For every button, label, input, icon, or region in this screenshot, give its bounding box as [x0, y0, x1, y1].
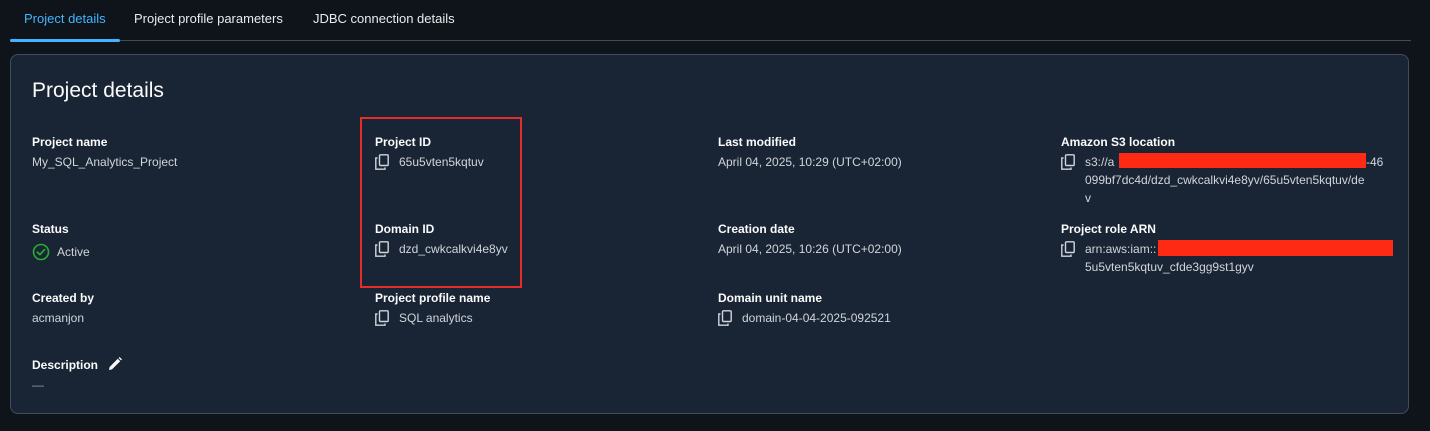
description-value: — — [32, 378, 44, 392]
project-role-arn-field: Project role ARN arn:aws:iam:: 5u5vten5k… — [1061, 221, 1396, 276]
project-details-card: Project details Project name My_SQL_Anal… — [10, 54, 1409, 414]
domain-unit-name-value: domain-04-04-2025-092521 — [742, 311, 891, 325]
s3-location-line1-suffix: -46 — [1366, 155, 1384, 169]
project-name-label: Project name — [32, 135, 108, 149]
last-modified-field: Last modified April 04, 2025, 10:29 (UTC… — [718, 134, 902, 171]
project-role-arn-value: arn:aws:iam:: 5u5vten5kqtuv_cfde3gg9st1g… — [1085, 240, 1395, 276]
redaction-bar — [1119, 153, 1366, 168]
tab-bar: Project details Project profile paramete… — [10, 0, 1411, 42]
project-name-field: Project name My_SQL_Analytics_Project — [32, 134, 177, 171]
s3-location-line2: 099bf7dc4d/dzd_cwkcalkvi4e8yv/65u5vten5k… — [1085, 173, 1365, 187]
project-profile-name-label: Project profile name — [375, 291, 491, 305]
active-tab-indicator — [10, 39, 120, 42]
copy-icon[interactable] — [1061, 241, 1075, 257]
role-arn-line1: arn:aws:iam:: — [1085, 242, 1157, 256]
s3-location-field: Amazon S3 location s3://a -46 099bf7dc4d… — [1061, 134, 1396, 207]
tab-label: JDBC connection details — [313, 11, 455, 26]
edit-pencil-icon[interactable] — [107, 356, 123, 372]
status-value: Active — [57, 245, 90, 259]
description-field: Description — — [32, 356, 123, 394]
status-field: Status Active — [32, 221, 90, 261]
copy-icon[interactable] — [718, 310, 732, 326]
copy-icon[interactable] — [1061, 154, 1075, 170]
check-circle-icon — [32, 243, 50, 261]
project-name-value: My_SQL_Analytics_Project — [32, 155, 178, 169]
domain-unit-name-field: Domain unit name domain-04-04-2025-09252… — [718, 290, 891, 327]
domain-unit-name-label: Domain unit name — [718, 291, 823, 305]
tab-label: Project details — [24, 11, 106, 26]
s3-location-value: s3://a -46 099bf7dc4d/dzd_cwkcalkvi4e8yv… — [1085, 153, 1395, 207]
s3-location-label: Amazon S3 location — [1061, 135, 1176, 149]
tab-jdbc-connection-details[interactable]: JDBC connection details — [313, 0, 455, 39]
project-role-arn-label: Project role ARN — [1061, 222, 1156, 236]
redaction-bar — [1158, 240, 1393, 256]
description-label: Description — [32, 358, 99, 372]
project-profile-name-value: SQL analytics — [399, 311, 473, 325]
tab-project-details[interactable]: Project details — [24, 0, 106, 39]
role-arn-line2: 5u5vten5kqtuv_cfde3gg9st1gyv — [1085, 260, 1254, 274]
created-by-label: Created by — [32, 291, 95, 305]
creation-date-value: April 04, 2025, 10:26 (UTC+02:00) — [718, 242, 902, 256]
created-by-field: Created by acmanjon — [32, 290, 94, 327]
s3-location-line1: s3://a — [1085, 155, 1115, 169]
tab-project-profile-parameters[interactable]: Project profile parameters — [134, 0, 283, 39]
card-title: Project details — [32, 79, 164, 102]
copy-icon[interactable] — [375, 310, 389, 326]
highlight-box — [360, 117, 522, 288]
project-profile-name-field: Project profile name SQL analytics — [375, 290, 490, 327]
status-label: Status — [32, 222, 69, 236]
last-modified-label: Last modified — [718, 135, 797, 149]
creation-date-field: Creation date April 04, 2025, 10:26 (UTC… — [718, 221, 902, 258]
tab-label: Project profile parameters — [134, 11, 283, 26]
creation-date-label: Creation date — [718, 222, 795, 236]
s3-location-line3: v — [1085, 191, 1091, 205]
last-modified-value: April 04, 2025, 10:29 (UTC+02:00) — [718, 155, 902, 169]
created-by-value: acmanjon — [32, 311, 85, 325]
